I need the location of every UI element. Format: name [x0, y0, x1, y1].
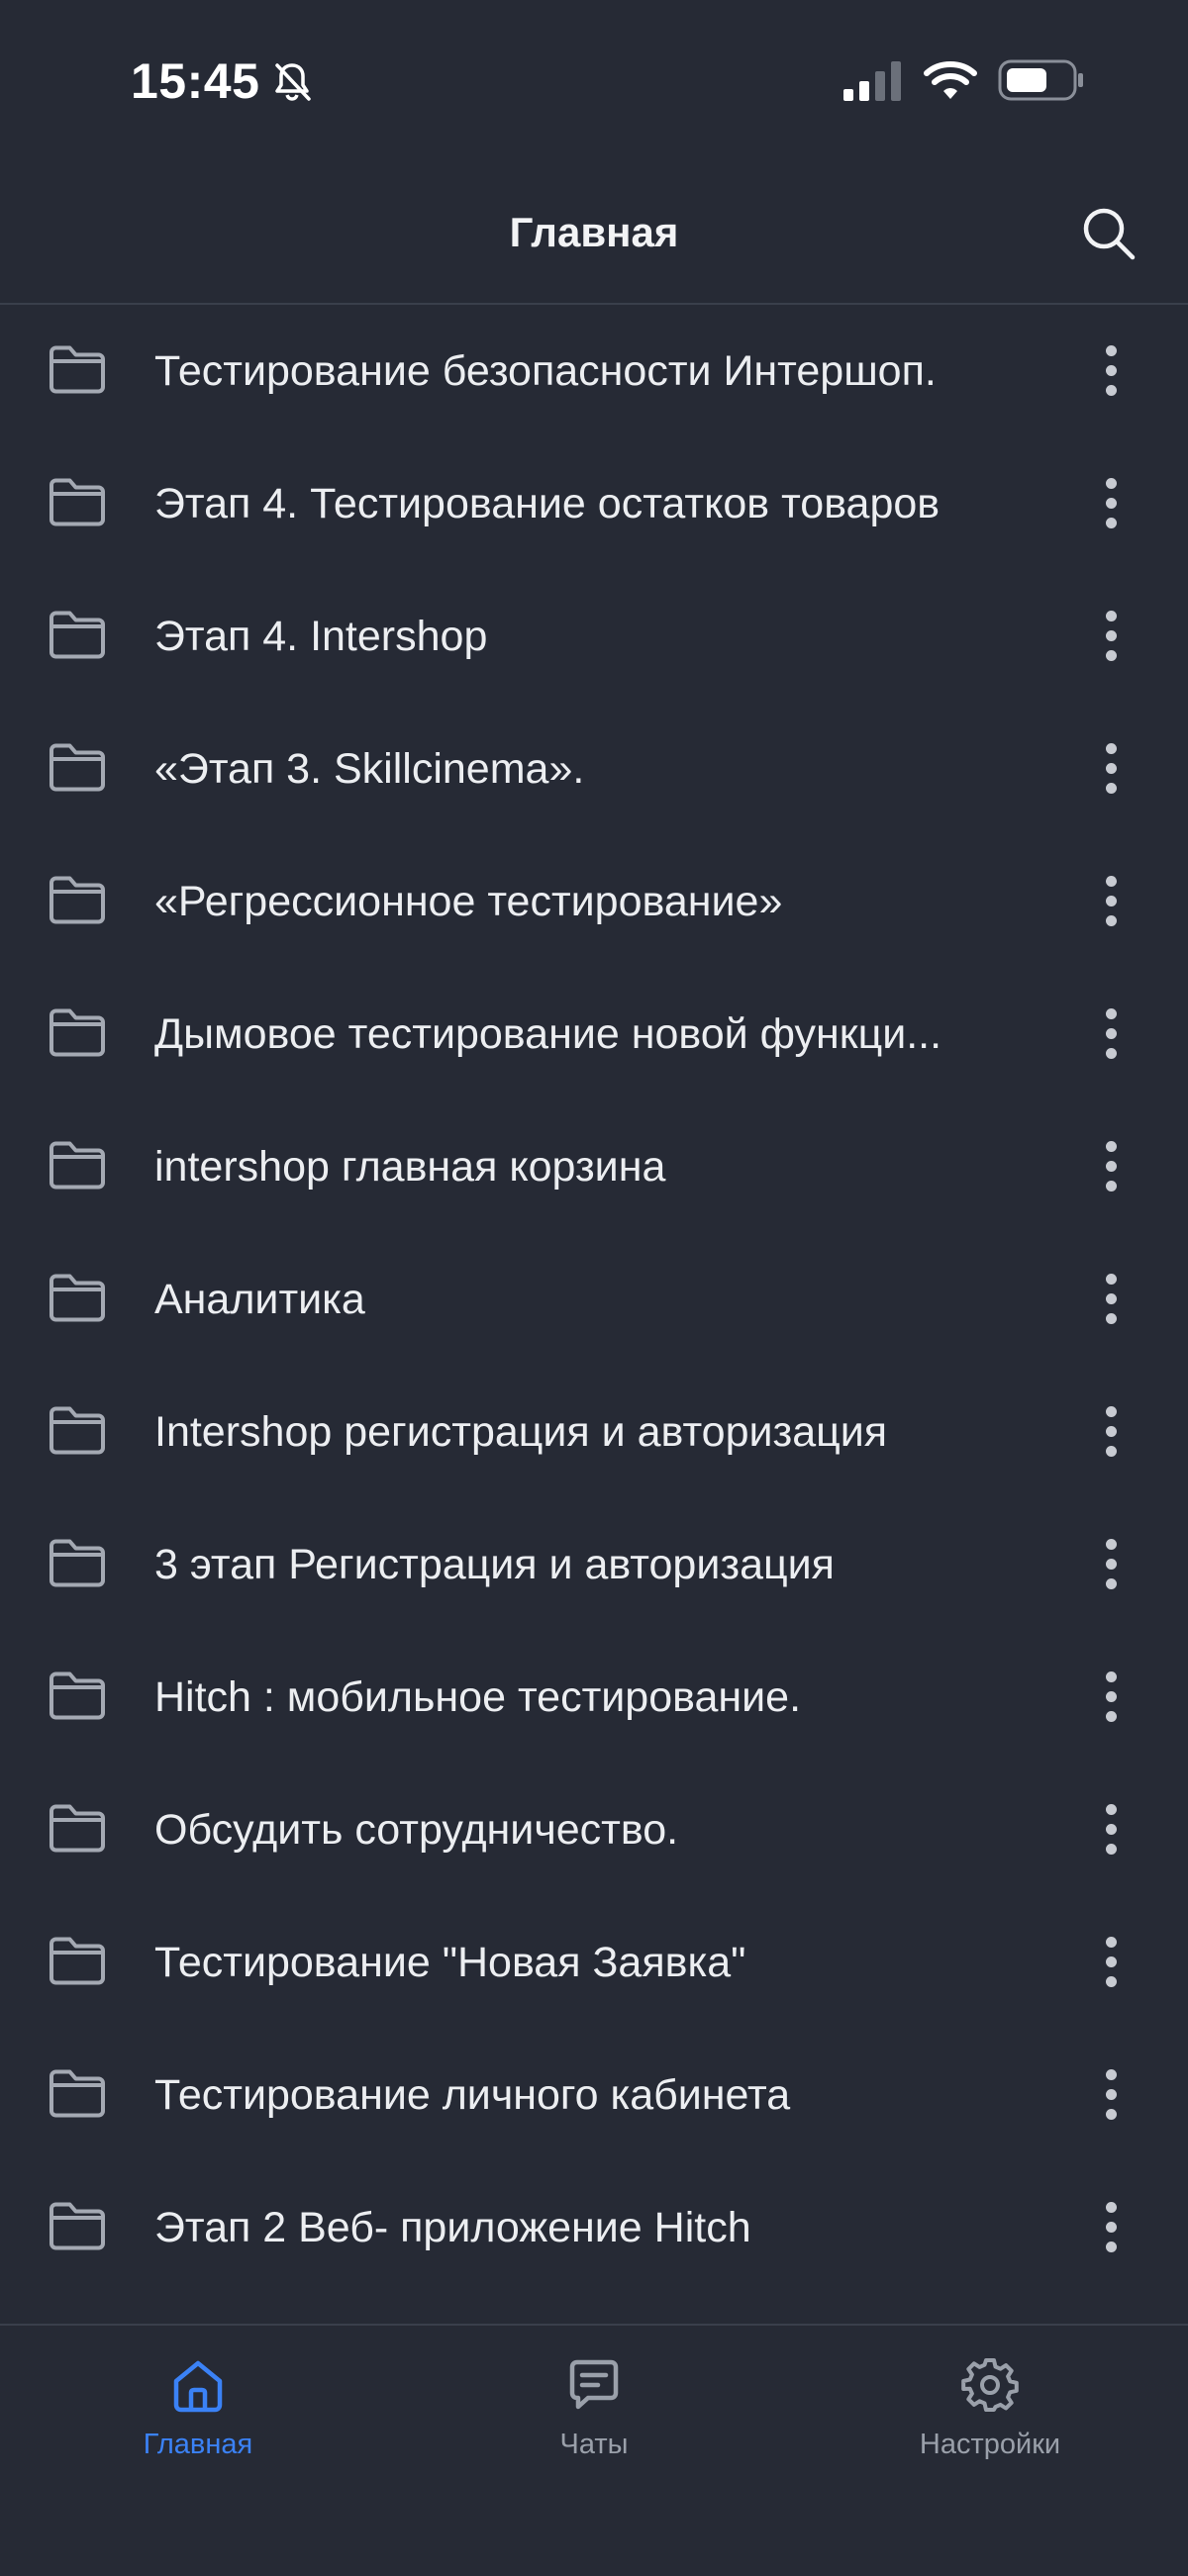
tab-home[interactable]: Главная — [50, 2355, 346, 2494]
more-vertical-icon — [1105, 875, 1117, 887]
chat-icon — [569, 2359, 619, 2410]
more-vertical-icon — [1105, 742, 1117, 754]
folder-name: Intershop регистрация и авторизация — [154, 1408, 888, 1456]
folder-name: 3 этап Регистрация и авторизация — [154, 1541, 835, 1588]
signal-icon — [843, 61, 901, 101]
tab-settings-label: Настройки — [919, 2429, 1061, 2460]
folder-row[interactable]: 3 этап Регистрация и авторизация — [0, 1498, 1188, 1631]
more-options-button[interactable] — [1085, 333, 1137, 408]
folder-name: Hitch : мобильное тестирование. — [154, 1673, 802, 1721]
more-vertical-icon — [1105, 1803, 1117, 1815]
folder-name: Обсудить сотрудничество. — [154, 1806, 679, 1854]
more-vertical-icon — [1105, 1140, 1117, 1152]
tab-chats[interactable]: Чаты — [446, 2355, 742, 2494]
tab-chats-label: Чаты — [559, 2429, 629, 2460]
folder-row[interactable]: Intershop регистрация и авторизация — [0, 1366, 1188, 1498]
more-options-button[interactable] — [1085, 863, 1137, 938]
folder-icon — [50, 1539, 105, 1587]
folder-name: Этап 2 Веб- приложение Hitch — [154, 2204, 751, 2251]
home-icon — [173, 2360, 223, 2413]
more-vertical-icon — [1105, 344, 1117, 356]
folder-name: «Этап 3. Skillcinema». — [154, 745, 585, 793]
more-vertical-icon — [1105, 1670, 1117, 1682]
folder-name: Аналитика — [154, 1276, 365, 1323]
folder-name: intershop главная корзина — [154, 1143, 666, 1191]
folder-row[interactable]: intershop главная корзина — [0, 1100, 1188, 1233]
more-vertical-icon — [1105, 1936, 1117, 1948]
folder-icon — [50, 1937, 105, 1985]
folder-name: Тестирование личного кабинета — [154, 2071, 791, 2119]
more-options-button[interactable] — [1085, 1924, 1137, 1999]
folder-name: Дымовое тестирование новой функци... — [154, 1010, 942, 1058]
more-vertical-icon — [1105, 477, 1117, 489]
folder-row[interactable]: Этап 4. Intershop — [0, 570, 1188, 703]
bell-slash-icon — [275, 63, 311, 101]
search-icon — [1083, 208, 1136, 260]
app-header: Главная — [0, 158, 1188, 305]
folder-icon — [50, 611, 105, 659]
tab-bar: Главная Чаты Настройки — [0, 2324, 1188, 2576]
more-options-button[interactable] — [1085, 2056, 1137, 2132]
more-options-button[interactable] — [1085, 1393, 1137, 1469]
more-options-button[interactable] — [1085, 1261, 1137, 1336]
folder-icon — [50, 2202, 105, 2250]
folder-row[interactable]: «Этап 3. Skillcinema». — [0, 703, 1188, 835]
folder-icon — [50, 743, 105, 792]
status-bar: 15:45 — [0, 0, 1188, 158]
folder-row[interactable]: Дымовое тестирование новой функци... — [0, 968, 1188, 1100]
gear-icon — [961, 2358, 1019, 2412]
battery-icon — [998, 59, 1083, 101]
more-vertical-icon — [1105, 1405, 1117, 1417]
folder-icon — [50, 876, 105, 924]
more-vertical-icon — [1105, 2068, 1117, 2080]
more-options-button[interactable] — [1085, 1526, 1137, 1601]
more-vertical-icon — [1105, 1273, 1117, 1285]
more-vertical-icon — [1105, 1538, 1117, 1550]
more-options-button[interactable] — [1085, 2189, 1137, 2264]
folder-name: «Регрессионное тестирование» — [154, 878, 783, 925]
search-button[interactable] — [1077, 202, 1140, 265]
folder-icon — [50, 478, 105, 526]
folder-row[interactable]: Тестирование безопасности Интершоп. — [0, 305, 1188, 437]
wifi-icon — [924, 61, 977, 99]
folder-icon — [50, 1141, 105, 1190]
folder-icon — [50, 345, 105, 394]
folder-name: Тестирование "Новая Заявка" — [154, 1939, 746, 1986]
folder-row[interactable]: Этап 2 Веб- приложение Hitch — [0, 2161, 1188, 2294]
folder-icon — [50, 1008, 105, 1057]
more-options-button[interactable] — [1085, 1128, 1137, 1203]
folder-row[interactable]: Обсудить сотрудничество. — [0, 1764, 1188, 1896]
status-time: 15:45 — [131, 53, 260, 109]
folder-row[interactable]: Аналитика — [0, 1233, 1188, 1366]
folder-name: Этап 4. Intershop — [154, 613, 488, 660]
more-vertical-icon — [1105, 2201, 1117, 2213]
more-options-button[interactable] — [1085, 1791, 1137, 1866]
folder-list: Тестирование безопасности Интершоп. Этап… — [0, 305, 1188, 2294]
folder-name: Этап 4. Тестирование остатков товаров — [154, 480, 940, 527]
more-options-button[interactable] — [1085, 996, 1137, 1071]
folder-row[interactable]: «Регрессионное тестирование» — [0, 835, 1188, 968]
folder-row[interactable]: Hitch : мобильное тестирование. — [0, 1631, 1188, 1764]
folder-row[interactable]: Тестирование личного кабинета — [0, 2029, 1188, 2161]
folder-icon — [50, 2069, 105, 2118]
folder-icon — [50, 1804, 105, 1853]
more-vertical-icon — [1105, 1007, 1117, 1019]
folder-row[interactable]: Тестирование "Новая Заявка" — [0, 1896, 1188, 2029]
page-title: Главная — [509, 209, 679, 255]
more-options-button[interactable] — [1085, 598, 1137, 673]
folder-icon — [50, 1671, 105, 1720]
folder-icon — [50, 1274, 105, 1322]
folder-row[interactable]: Этап 4. Тестирование остатков товаров — [0, 437, 1188, 570]
more-options-button[interactable] — [1085, 465, 1137, 540]
more-vertical-icon — [1105, 610, 1117, 621]
folder-icon — [50, 1406, 105, 1455]
tab-settings[interactable]: Настройки — [842, 2355, 1138, 2494]
folder-name: Тестирование безопасности Интершоп. — [154, 347, 937, 395]
more-options-button[interactable] — [1085, 1659, 1137, 1734]
more-options-button[interactable] — [1085, 730, 1137, 806]
tab-home-label: Главная — [143, 2429, 253, 2460]
